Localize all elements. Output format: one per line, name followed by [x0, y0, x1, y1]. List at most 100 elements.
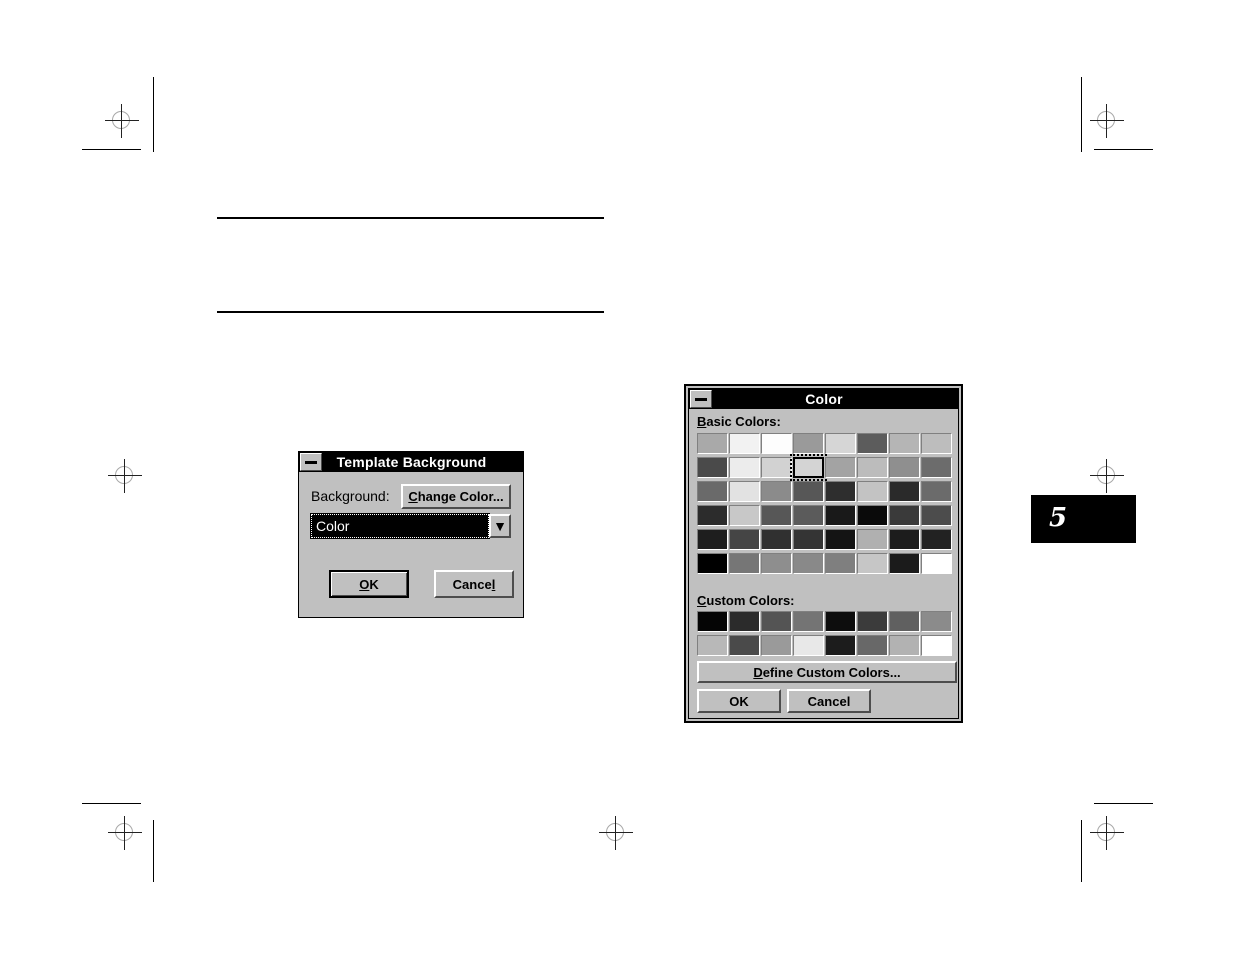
basic-color-swatch-33[interactable]: [729, 529, 760, 550]
custom-color-swatch-12[interactable]: [825, 635, 856, 656]
basic-color-swatch-35[interactable]: [793, 529, 824, 550]
custom-color-swatch-14[interactable]: [889, 635, 920, 656]
basic-color-swatch-29[interactable]: [857, 505, 888, 526]
define-custom-colors-button[interactable]: Define Custom Colors...: [697, 661, 957, 683]
custom-color-swatch-5[interactable]: [857, 611, 888, 632]
basic-color-swatch-20[interactable]: [825, 481, 856, 502]
define-custom-colors-label-rest: efine Custom Colors...: [762, 664, 901, 680]
basic-color-swatch-16[interactable]: [697, 481, 728, 502]
minimize-box-icon[interactable]: [300, 453, 322, 471]
basic-color-swatch-27[interactable]: [793, 505, 824, 526]
basic-color-swatch-40[interactable]: [697, 553, 728, 574]
basic-color-swatch-14[interactable]: [889, 457, 920, 478]
basic-color-swatch-10[interactable]: [761, 457, 792, 478]
custom-color-swatch-9[interactable]: [729, 635, 760, 656]
crop-line-bottom-left-horizontal: [82, 803, 141, 804]
custom-color-swatch-6[interactable]: [889, 611, 920, 632]
registration-hline: [1090, 120, 1124, 121]
registration-mark-bottom-right: [1089, 815, 1125, 851]
basic-color-swatch-25[interactable]: [729, 505, 760, 526]
basic-color-swatch-26[interactable]: [761, 505, 792, 526]
basic-color-swatch-2[interactable]: [761, 433, 792, 454]
color-dialog-titlebar: Color: [689, 389, 958, 409]
basic-color-swatch-28[interactable]: [825, 505, 856, 526]
basic-color-swatch-39[interactable]: [921, 529, 952, 550]
background-label: Background:: [311, 488, 390, 504]
basic-color-swatch-30[interactable]: [889, 505, 920, 526]
custom-color-swatch-2[interactable]: [761, 611, 792, 632]
basic-color-swatch-8[interactable]: [697, 457, 728, 478]
basic-color-swatch-13[interactable]: [857, 457, 888, 478]
ok-button[interactable]: OK: [329, 570, 409, 598]
crop-line-top-left-vertical: [153, 77, 154, 152]
basic-color-swatch-38[interactable]: [889, 529, 920, 550]
basic-color-swatch-34[interactable]: [761, 529, 792, 550]
registration-vline: [124, 459, 125, 493]
basic-color-swatch-1[interactable]: [729, 433, 760, 454]
cancel-button[interactable]: Cancel: [434, 570, 514, 598]
custom-color-swatch-1[interactable]: [729, 611, 760, 632]
basic-color-swatch-18[interactable]: [761, 481, 792, 502]
basic-color-swatch-3[interactable]: [793, 433, 824, 454]
basic-color-swatch-22[interactable]: [889, 481, 920, 502]
basic-color-swatch-32[interactable]: [697, 529, 728, 550]
basic-color-swatch-36[interactable]: [825, 529, 856, 550]
registration-vline: [121, 104, 122, 138]
custom-color-swatch-11[interactable]: [793, 635, 824, 656]
custom-color-swatch-13[interactable]: [857, 635, 888, 656]
basic-color-swatch-0[interactable]: [697, 433, 728, 454]
color-ok-button-label: OK: [729, 693, 749, 709]
basic-color-swatch-6[interactable]: [889, 433, 920, 454]
basic-color-swatch-15[interactable]: [921, 457, 952, 478]
color-ok-button[interactable]: OK: [697, 689, 781, 713]
crop-line-bottom-right-horizontal: [1094, 803, 1153, 804]
chevron-down-icon[interactable]: ▼: [489, 514, 511, 538]
basic-color-swatch-23[interactable]: [921, 481, 952, 502]
basic-color-swatch-44[interactable]: [825, 553, 856, 574]
basic-color-swatch-7[interactable]: [921, 433, 952, 454]
custom-color-swatch-0[interactable]: [697, 611, 728, 632]
basic-color-swatch-47[interactable]: [921, 553, 952, 574]
custom-colors-grid[interactable]: [697, 611, 952, 656]
basic-color-swatch-37[interactable]: [857, 529, 888, 550]
custom-color-swatch-4[interactable]: [825, 611, 856, 632]
basic-color-swatch-43[interactable]: [793, 553, 824, 574]
custom-color-swatch-3[interactable]: [793, 611, 824, 632]
color-dialog: Color Basic Colors: Custom Colors: Defin…: [684, 384, 963, 723]
background-type-combobox[interactable]: Color ▼: [310, 513, 511, 539]
crop-line-top-left-horizontal: [82, 149, 141, 150]
basic-color-swatch-11[interactable]: [790, 454, 827, 481]
change-color-button[interactable]: Change Color...: [401, 484, 511, 509]
basic-colors-grid[interactable]: [697, 433, 952, 574]
basic-color-swatch-9[interactable]: [729, 457, 760, 478]
custom-color-swatch-7[interactable]: [921, 611, 952, 632]
registration-mark-middle-right: [1089, 458, 1125, 494]
basic-color-swatch-41[interactable]: [729, 553, 760, 574]
basic-color-swatch-19[interactable]: [793, 481, 824, 502]
minimize-box-icon[interactable]: [690, 390, 712, 408]
basic-color-swatch-12[interactable]: [825, 457, 856, 478]
background-type-field[interactable]: Color: [310, 513, 490, 539]
scanned-manual-page: 5 Template Background Background: Change…: [0, 0, 1235, 954]
body-rule-bottom: [217, 311, 604, 313]
change-color-button-label: Change Color...: [408, 489, 504, 504]
registration-hline: [1090, 832, 1124, 833]
custom-color-swatch-10[interactable]: [761, 635, 792, 656]
basic-color-swatch-42[interactable]: [761, 553, 792, 574]
basic-color-swatch-24[interactable]: [697, 505, 728, 526]
custom-color-swatch-15[interactable]: [921, 635, 952, 656]
template-background-title: Template Background: [336, 454, 487, 470]
color-cancel-button[interactable]: Cancel: [787, 689, 871, 713]
basic-color-swatch-31[interactable]: [921, 505, 952, 526]
basic-color-swatch-5[interactable]: [857, 433, 888, 454]
basic-color-swatch-46[interactable]: [889, 553, 920, 574]
template-background-titlebar: Template Background: [299, 452, 523, 472]
basic-color-swatch-4[interactable]: [825, 433, 856, 454]
basic-color-swatch-21[interactable]: [857, 481, 888, 502]
basic-color-swatch-45[interactable]: [857, 553, 888, 574]
chapter-number: 5: [1049, 503, 1068, 533]
registration-hline: [105, 120, 139, 121]
custom-color-swatch-8[interactable]: [697, 635, 728, 656]
body-rule-top: [217, 217, 604, 219]
basic-color-swatch-17[interactable]: [729, 481, 760, 502]
